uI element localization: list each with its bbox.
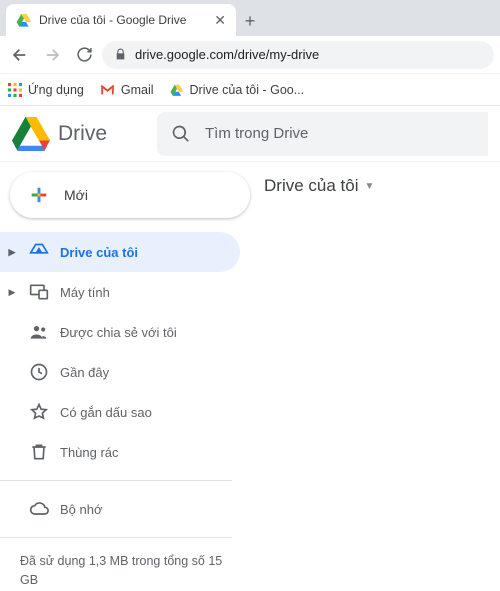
location-breadcrumb[interactable]: Drive của tôi ▼ — [264, 176, 500, 196]
gmail-label: Gmail — [121, 83, 154, 97]
search-placeholder: Tìm trong Drive — [205, 125, 308, 142]
nav-label: Thùng rác — [60, 445, 228, 460]
storage-usage-text: Đã sử dụng 1,3 MB trong tổng số 15 GB — [0, 546, 250, 590]
browser-tab-strip: Drive của tôi - Google Drive ✕ + — [0, 0, 500, 36]
shared-icon — [28, 322, 50, 342]
nav-label: Drive của tôi — [60, 245, 228, 260]
separator — [0, 480, 232, 481]
nav-recent[interactable]: Gần đây — [0, 352, 240, 392]
app-body: Mới ▶ Drive của tôi ▶ Máy tính — [0, 162, 500, 591]
drive-icon — [170, 83, 184, 97]
bookmarks-bar: Ứng dụng Gmail Drive của tôi - Goo... — [0, 74, 500, 106]
address-bar[interactable]: drive.google.com/drive/my-drive — [102, 41, 494, 69]
search-box[interactable]: Tìm trong Drive — [157, 112, 488, 156]
bookmark-gmail[interactable]: Gmail — [100, 83, 154, 97]
gmail-icon — [100, 84, 115, 96]
nav-shared[interactable]: Được chia sẻ với tôi — [0, 312, 240, 352]
nav-label: Được chia sẻ với tôi — [60, 325, 228, 340]
computers-icon — [28, 282, 50, 302]
storage-label: Bộ nhớ — [60, 502, 228, 517]
main-content: Drive của tôi ▼ — [250, 162, 500, 591]
cloud-icon — [28, 499, 50, 519]
location-label: Drive của tôi — [264, 176, 358, 196]
new-button-label: Mới — [64, 187, 88, 203]
nav-label: Máy tính — [60, 285, 228, 300]
drive-logo[interactable]: Drive — [12, 117, 107, 151]
new-tab-button[interactable]: + — [236, 11, 264, 36]
browser-toolbar: drive.google.com/drive/my-drive — [0, 36, 500, 74]
expand-icon[interactable]: ▶ — [6, 287, 18, 298]
chevron-down-icon: ▼ — [364, 181, 374, 192]
nav-starred[interactable]: Có gắn dấu sao — [0, 392, 240, 432]
nav-computers[interactable]: ▶ Máy tính — [0, 272, 240, 312]
sidebar: Mới ▶ Drive của tôi ▶ Máy tính — [0, 162, 250, 591]
forward-button[interactable] — [38, 41, 66, 69]
my-drive-icon — [28, 242, 50, 262]
storage-section: Bộ nhớ — [0, 489, 250, 529]
nav-storage[interactable]: Bộ nhớ — [0, 489, 240, 529]
lock-icon — [114, 48, 127, 61]
nav-trash[interactable]: Thùng rác — [0, 432, 240, 472]
nav-list: ▶ Drive của tôi ▶ Máy tính Được chia sẻ … — [0, 232, 250, 472]
new-button[interactable]: Mới — [10, 172, 250, 218]
drive-bookmark-label: Drive của tôi - Goo... — [190, 83, 305, 97]
star-icon — [28, 402, 50, 422]
product-name: Drive — [58, 122, 107, 146]
recent-icon — [28, 362, 50, 382]
plus-icon — [26, 182, 52, 208]
separator — [0, 537, 232, 538]
trash-icon — [28, 442, 50, 462]
expand-icon[interactable]: ▶ — [6, 247, 18, 258]
tab-title: Drive của tôi - Google Drive — [39, 13, 207, 27]
app-header: Drive Tìm trong Drive — [0, 106, 500, 162]
bookmark-drive[interactable]: Drive của tôi - Goo... — [170, 83, 305, 97]
reload-button[interactable] — [70, 41, 98, 69]
apps-icon — [8, 83, 22, 97]
nav-my-drive[interactable]: ▶ Drive của tôi — [0, 232, 240, 272]
nav-label: Gần đây — [60, 365, 228, 380]
close-tab-icon[interactable]: ✕ — [214, 12, 226, 29]
url-text: drive.google.com/drive/my-drive — [135, 47, 319, 62]
apps-shortcut[interactable]: Ứng dụng — [8, 83, 84, 97]
apps-label: Ứng dụng — [28, 83, 84, 97]
back-button[interactable] — [6, 41, 34, 69]
nav-label: Có gắn dấu sao — [60, 405, 228, 420]
search-icon — [171, 124, 191, 144]
drive-favicon — [16, 12, 32, 28]
browser-tab[interactable]: Drive của tôi - Google Drive ✕ — [6, 4, 236, 36]
